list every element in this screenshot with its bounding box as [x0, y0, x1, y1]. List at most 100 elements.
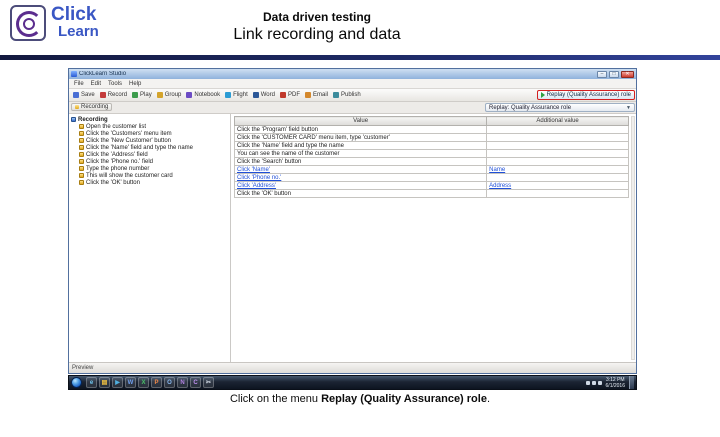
menu-item[interactable]: Help — [129, 81, 141, 87]
menu-item[interactable]: File — [74, 81, 84, 87]
toolbar-button[interactable]: Word — [252, 92, 275, 98]
value-text: You can see the name of the customer — [237, 150, 340, 157]
recording-chip[interactable]: Recording — [71, 103, 113, 111]
replay-quality-assurance-button[interactable]: Replay (Quality Assurance) role — [536, 90, 635, 100]
additional-value-cell[interactable] — [486, 141, 629, 150]
snipping-tool-icon[interactable]: ✂ — [203, 377, 214, 388]
value-cell[interactable]: Click the 'CUSTOMER CARD' menu item, typ… — [233, 133, 488, 142]
start-button[interactable] — [71, 377, 82, 388]
value-text: Click the 'OK' button — [237, 190, 291, 197]
additional-value-cell[interactable]: Address — [486, 181, 629, 190]
powerpoint-icon[interactable]: P — [151, 377, 162, 388]
spiral-inner-ring — [23, 18, 35, 30]
toolbar-button[interactable]: PDF — [279, 92, 300, 98]
word-icon[interactable]: W — [125, 377, 136, 388]
additional-value-cell[interactable] — [486, 173, 629, 182]
step-icon — [79, 152, 84, 157]
toolbar-button-icon — [279, 92, 286, 98]
onenote-icon[interactable]: N — [177, 377, 188, 388]
steps-table: Value Additional value Click the 'Progra… — [233, 116, 629, 198]
additional-value-cell[interactable] — [486, 149, 629, 158]
toolbar-button-icon — [99, 92, 106, 98]
value-cell[interactable]: You can see the name of the customer — [233, 149, 488, 158]
explorer-folder-icon[interactable]: ▤ — [99, 377, 110, 388]
value-cell[interactable]: Click 'Name' — [233, 165, 488, 174]
tree-item-label: Click the 'OK' button — [86, 179, 140, 186]
value-cell[interactable]: Click 'Phone no.' — [233, 173, 488, 182]
tree-item[interactable]: Click the 'New Customer' button — [79, 137, 228, 144]
menu-item[interactable]: Tools — [108, 81, 122, 87]
app-glyph: ✂ — [205, 379, 212, 386]
column-header-additional-value: Additional value — [486, 116, 629, 126]
tree-item[interactable]: Click the 'Customers' menu item — [79, 130, 228, 137]
tree-item[interactable]: Type the phone number — [79, 165, 228, 172]
outlook-icon[interactable]: O — [164, 377, 175, 388]
value-cell[interactable]: Click the 'Name' field and type the name — [233, 141, 488, 150]
additional-value-cell[interactable] — [486, 133, 629, 142]
clock-time: 3:12 PM — [605, 376, 625, 383]
clicklearn-spiral-icon — [10, 5, 46, 41]
slide-title: Data driven testing — [262, 10, 372, 24]
table-header-row: Value Additional value — [233, 116, 629, 126]
tray-icon[interactable] — [585, 380, 590, 385]
clicklearn-icon[interactable]: C — [190, 377, 201, 388]
table-row: Click the 'Name' field and type the name — [233, 141, 629, 150]
tray-icon[interactable] — [597, 380, 602, 385]
steps-panel: Value Additional value Click the 'Progra… — [231, 114, 636, 362]
recording-chip-label: Recording — [81, 104, 109, 110]
toolbar-button[interactable]: Save — [73, 92, 95, 98]
chevron-down-icon: ▼ — [626, 104, 631, 111]
toolbar-button[interactable]: Group — [156, 92, 181, 98]
toolbar-button[interactable]: Record — [99, 92, 127, 98]
value-text: Click the 'Search' button — [237, 158, 302, 165]
vertical-scrollbar[interactable] — [631, 116, 635, 360]
toolbar-button[interactable]: Flight — [225, 92, 248, 98]
additional-value-cell[interactable] — [486, 189, 629, 198]
step-icon — [79, 124, 84, 129]
tree-item[interactable]: This will show the customer card — [79, 172, 228, 179]
close-button[interactable]: ✕ — [621, 70, 634, 78]
tree-item[interactable]: Recording — [71, 116, 228, 123]
tree-item[interactable]: Click the 'Name' field and type the name — [79, 144, 228, 151]
step-icon — [79, 159, 84, 164]
recording-tree-panel: Recording Open the customer list Click t… — [69, 114, 231, 362]
additional-value-cell[interactable] — [486, 125, 629, 134]
toolbar-button[interactable]: Email — [304, 92, 328, 98]
replay-button-label: Replay (Quality Assurance) role — [546, 92, 631, 98]
show-desktop-button[interactable] — [629, 376, 634, 389]
status-bar: Preview — [69, 362, 636, 373]
app-glyph: X — [141, 379, 146, 386]
tree-item-label: Type the phone number — [86, 165, 150, 172]
replay-role-dropdown[interactable]: Replay: Quality Assurance role ▼ — [485, 103, 635, 112]
internet-explorer-icon[interactable]: e — [86, 377, 97, 388]
tree-item[interactable]: Click the 'OK' button — [79, 179, 228, 186]
maximize-button[interactable]: □ — [609, 70, 619, 78]
toolbar-button-icon — [333, 92, 339, 98]
tree-item-label: This will show the customer card — [86, 172, 173, 179]
tree-item[interactable]: Open the customer list — [79, 123, 228, 130]
toolbar-button[interactable]: Play — [132, 92, 152, 98]
excel-icon[interactable]: X — [138, 377, 149, 388]
taskbar-clock[interactable]: 3:12 PM 6/1/2016 — [606, 377, 625, 389]
value-cell[interactable]: Click the 'Search' button — [233, 157, 488, 166]
status-text: Preview — [72, 365, 94, 371]
menu-item[interactable]: Edit — [91, 81, 101, 87]
toolbar-button-label: Notebook — [194, 92, 221, 98]
media-player-icon[interactable]: ▶ — [112, 377, 123, 388]
tree-item-label: Recording — [78, 116, 108, 123]
toolbar-button[interactable]: Notebook — [186, 92, 220, 98]
minimize-button[interactable]: – — [597, 70, 607, 78]
table-row: Click the 'Program' field button — [233, 125, 629, 134]
additional-value-cell[interactable] — [486, 157, 629, 166]
value-cell[interactable]: Click the 'OK' button — [233, 189, 488, 198]
caption: Click on the menu Replay (Quality Assura… — [0, 393, 720, 405]
additional-value-cell[interactable]: Name — [486, 165, 629, 174]
value-cell[interactable]: Click the 'Program' field button — [233, 125, 488, 134]
toolbar-button[interactable]: Publish — [333, 92, 361, 98]
table-row: Click 'Name' Name — [233, 165, 629, 174]
tree-item[interactable]: Click the 'Phone no.' field — [79, 158, 228, 165]
toolbar-button-icon — [73, 92, 79, 98]
tree-item[interactable]: Click the 'Address' field — [79, 151, 228, 158]
value-cell[interactable]: Click 'Address' — [233, 181, 488, 190]
tray-icon[interactable] — [591, 380, 596, 385]
